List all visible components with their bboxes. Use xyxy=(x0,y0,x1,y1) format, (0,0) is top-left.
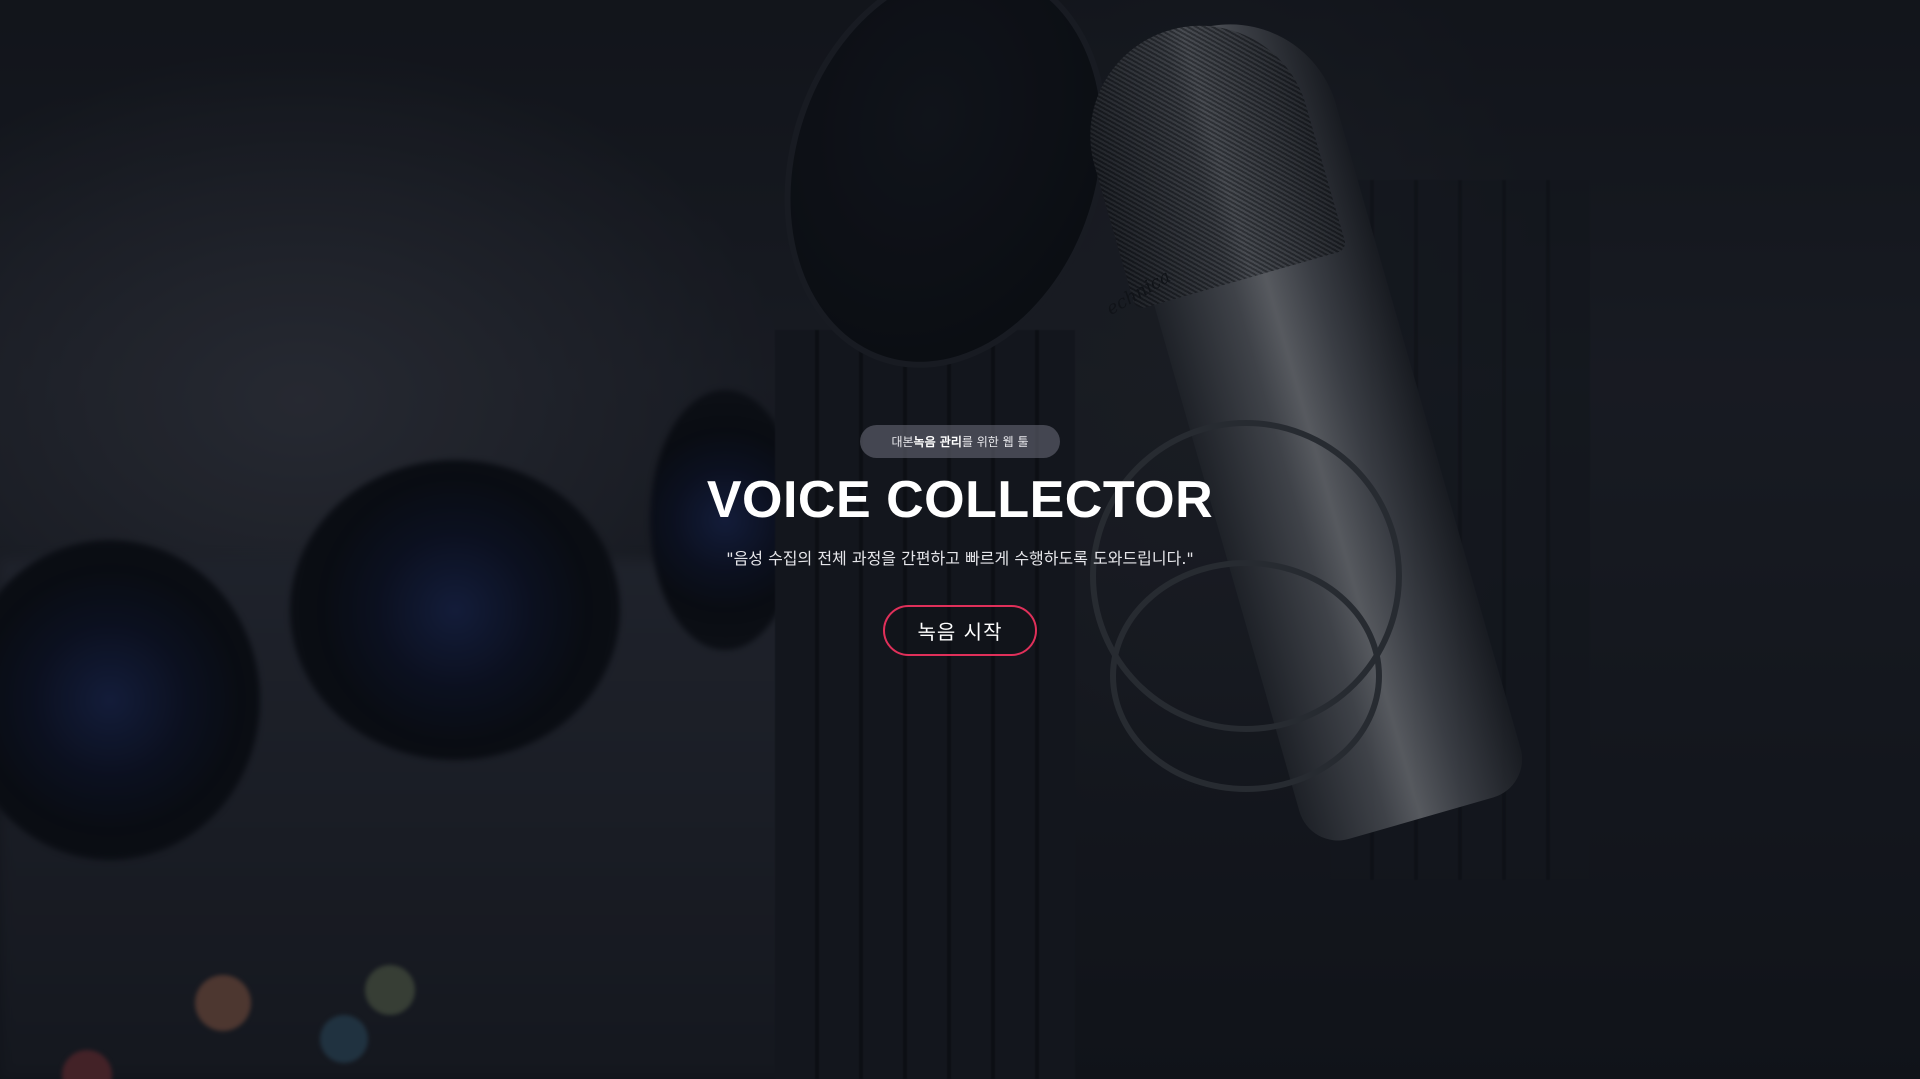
tagline-prefix: 대본 xyxy=(891,435,914,449)
app-tagline-badge: 대본 녹음 관리 를 위한 웹 툴 xyxy=(860,425,1060,458)
tagline-highlight: 녹음 관리 xyxy=(913,435,962,449)
start-recording-button[interactable]: 녹음 시작 xyxy=(883,605,1037,656)
app-subtitle: "음성 수집의 전체 과정을 간편하고 빠르게 수행하도록 도와드립니다." xyxy=(726,549,1194,568)
hero-content: 대본 녹음 관리 를 위한 웹 툴 VOICE COLLECTOR "음성 수집… xyxy=(0,0,1920,1079)
tagline-suffix: 를 위한 웹 툴 xyxy=(961,435,1029,449)
hero-section: echnica 대본 녹음 관리 를 위한 웹 툴 VOICE COLLECTO… xyxy=(0,0,1920,1079)
app-title: VOICE COLLECTOR xyxy=(706,471,1214,529)
start-recording-label: 녹음 시작 xyxy=(917,620,1003,644)
